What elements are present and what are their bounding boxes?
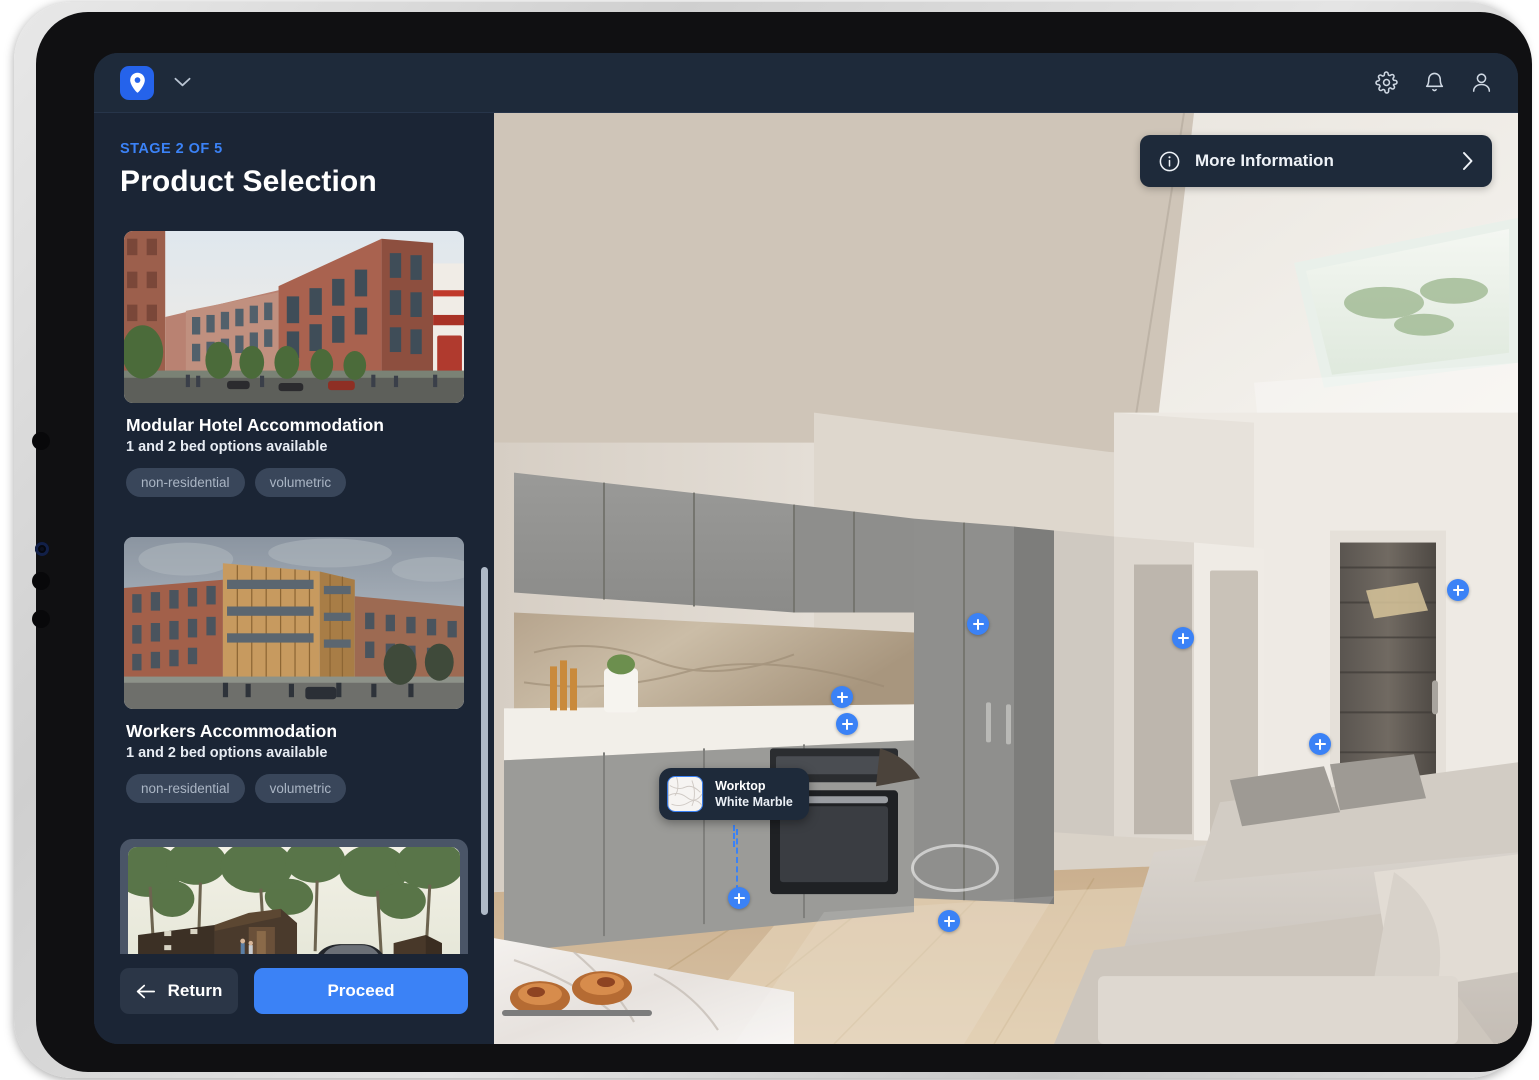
product-card-image [124, 231, 464, 403]
map-pin-icon [128, 72, 147, 94]
product-card-workers-accommodation[interactable]: Workers Accommodation 1 and 2 bed option… [120, 533, 468, 817]
notification-bell-icon[interactable] [1424, 71, 1445, 94]
application-window: STAGE 2 OF 5 Product Selection Modular H… [94, 53, 1518, 1044]
device-camera-dot [35, 542, 49, 556]
more-information-label: More Information [1195, 151, 1334, 170]
product-tag: volumetric [254, 468, 347, 497]
tablet-bezel: STAGE 2 OF 5 Product Selection Modular H… [32, 12, 1532, 1072]
proceed-button-label: Proceed [327, 981, 395, 1000]
info-circle-icon [1158, 150, 1181, 173]
user-account-icon[interactable] [1471, 71, 1492, 94]
proceed-button[interactable]: Proceed [254, 968, 468, 1014]
material-tooltip-text: Worktop White Marble [715, 779, 793, 809]
app-logo[interactable] [120, 65, 154, 100]
product-selection-sidebar: STAGE 2 OF 5 Product Selection Modular H… [94, 113, 494, 1044]
hotspot-door-frame[interactable] [967, 613, 989, 635]
return-button-label: Return [167, 981, 223, 1000]
hotspot-splashback[interactable] [831, 686, 853, 708]
product-card-subtitle: 1 and 2 bed options available [126, 439, 328, 455]
sidebar-scrollbar-thumb[interactable] [481, 567, 488, 915]
chevron-right-icon [1462, 151, 1474, 171]
interior-render-scene [494, 113, 1518, 1044]
product-card-tags: non-residential volumetric [124, 468, 464, 497]
hotspot-sofa[interactable] [1309, 733, 1331, 755]
product-card-image [124, 537, 464, 709]
tooltip-leader-line-lower [736, 829, 738, 891]
stage-indicator: STAGE 2 OF 5 [120, 141, 223, 157]
product-card-tags: non-residential volumetric [124, 774, 464, 803]
device-button-top[interactable] [32, 432, 50, 450]
product-card-subtitle: 1 and 2 bed options available [126, 745, 328, 761]
device-button-middle[interactable] [32, 572, 50, 590]
material-tooltip-title: Worktop [715, 779, 766, 793]
product-card-list[interactable]: Modular Hotel Accommodation 1 and 2 bed … [94, 205, 494, 954]
product-card-title: Modular Hotel Accommodation [126, 415, 384, 435]
sidebar-scrollbar[interactable] [481, 567, 488, 915]
product-tag: non-residential [126, 468, 245, 497]
chevron-down-icon[interactable] [174, 77, 191, 88]
main-body: STAGE 2 OF 5 Product Selection Modular H… [94, 113, 1518, 1044]
product-tag: volumetric [254, 774, 347, 803]
screenshot-root: STAGE 2 OF 5 Product Selection Modular H… [0, 0, 1539, 1080]
tablet-screen: STAGE 2 OF 5 Product Selection Modular H… [94, 53, 1518, 1044]
hotspot-oven[interactable] [836, 713, 858, 735]
device-button-bottom[interactable] [32, 610, 50, 628]
material-swatch-white-marble [667, 776, 704, 812]
tablet-device-frame: STAGE 2 OF 5 Product Selection Modular H… [14, 2, 1532, 1078]
product-card-image [128, 847, 460, 954]
sidebar-header: STAGE 2 OF 5 Product Selection [94, 113, 494, 205]
page-title: Product Selection [120, 165, 377, 198]
arrow-left-icon [136, 984, 156, 999]
product-card-modular-hotel-accommodation[interactable]: Modular Hotel Accommodation 1 and 2 bed … [120, 227, 468, 511]
hotspot-worktop[interactable] [728, 887, 750, 909]
hotspot-floor[interactable] [938, 910, 960, 932]
settings-gear-icon[interactable] [1375, 71, 1398, 94]
material-tooltip-subtitle: White Marble [715, 795, 793, 809]
topbar-action-icons [1375, 71, 1492, 94]
product-card-lodges[interactable]: Lodges options available [120, 839, 468, 954]
product-tag: non-residential [126, 774, 245, 803]
hotspot-door-right[interactable] [1447, 579, 1469, 601]
product-3d-viewport[interactable]: More Information Worktop White Marble [494, 113, 1518, 1044]
return-button[interactable]: Return [120, 968, 238, 1014]
sidebar-footer-actions: Return Proceed [94, 954, 494, 1044]
more-information-button[interactable]: More Information [1140, 135, 1492, 187]
product-card-title: Workers Accommodation [126, 721, 338, 741]
top-navigation-bar [94, 53, 1518, 113]
material-tooltip-worktop[interactable]: Worktop White Marble [659, 768, 809, 820]
tooltip-leader-line-upper [733, 825, 735, 847]
hotspot-corridor[interactable] [1172, 627, 1194, 649]
